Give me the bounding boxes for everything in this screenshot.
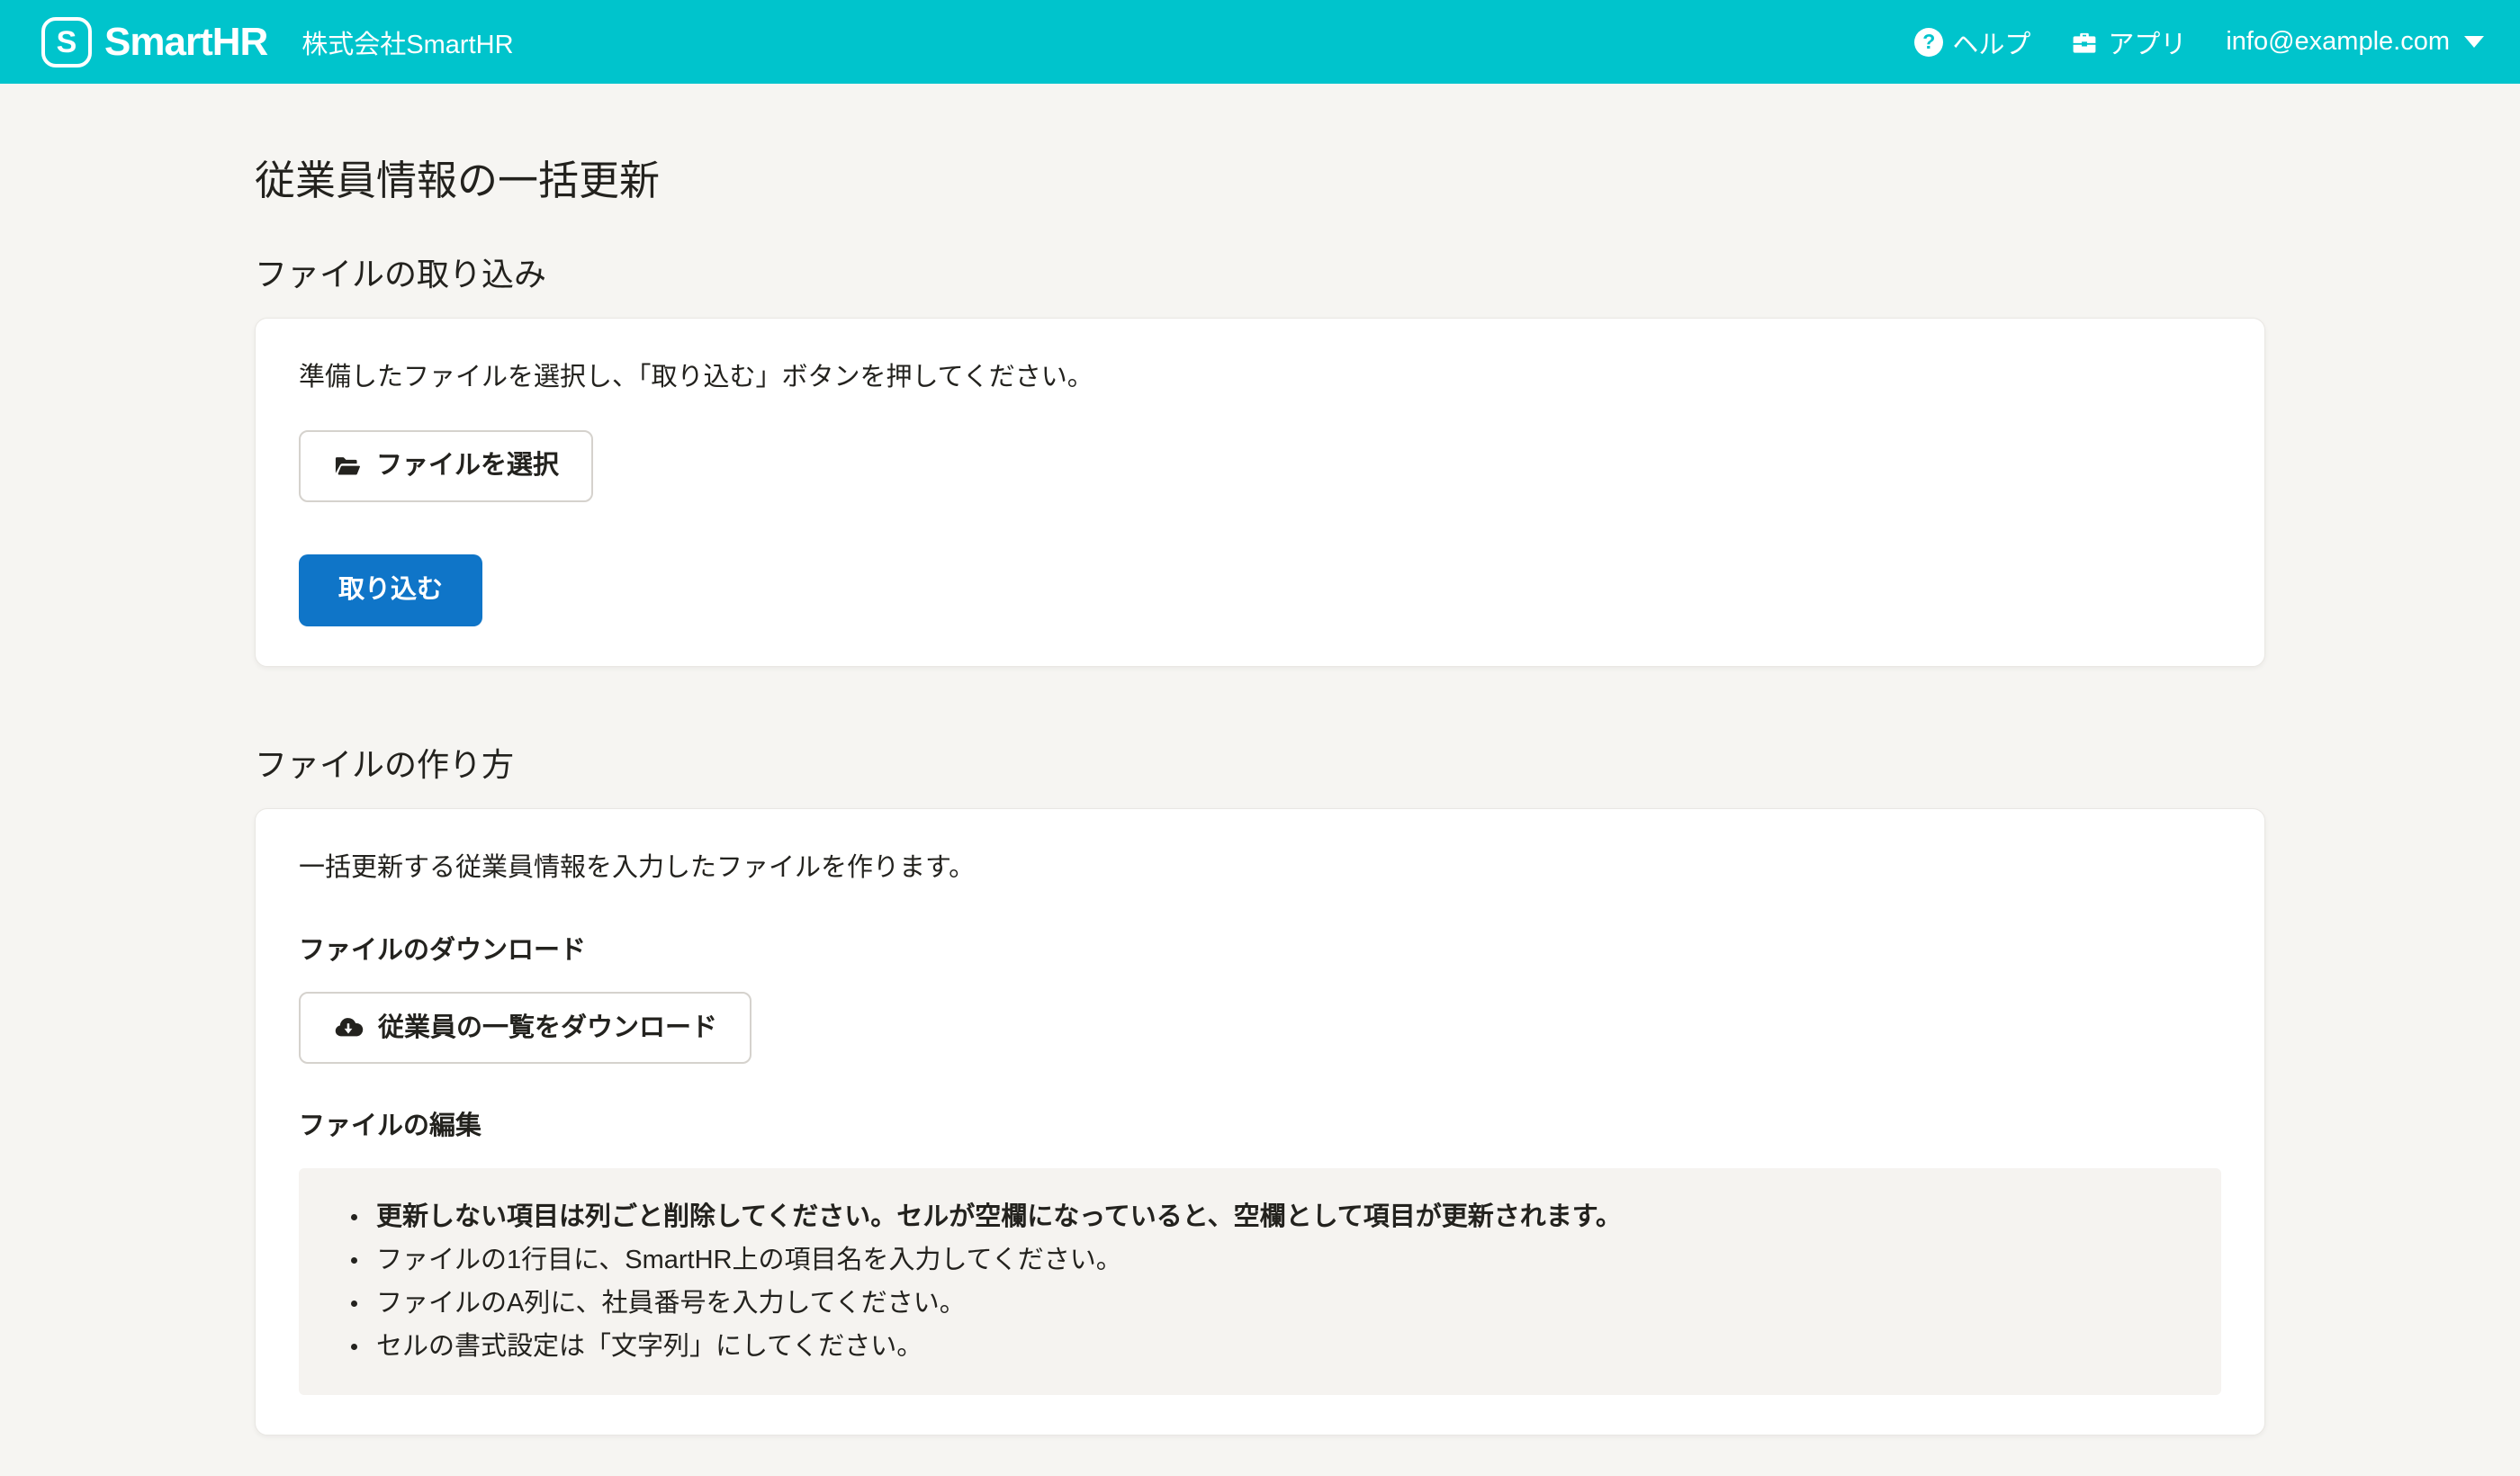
company-name: 株式会社SmartHR (302, 23, 513, 61)
import-section-heading: ファイルの取り込み (255, 252, 2265, 297)
app-header: S SmartHR 株式会社SmartHR ヘルプ アプリ info@examp… (0, 0, 2520, 84)
import-button[interactable]: 取り込む (299, 554, 482, 626)
file-select-label: ファイルを選択 (376, 453, 559, 479)
edit-note-item: 更新しない項目は列ごと削除してください。セルが空欄になっていると、空欄として項目… (338, 1195, 2182, 1238)
create-section-heading: ファイルの作り方 (255, 742, 2265, 788)
edit-note-text: ファイルの1行目に、SmartHR上の項目名を入力してください。 (376, 1246, 1122, 1274)
import-card: 準備したファイルを選択し、「取り込む」ボタンを押してください。 ファイルを選択 … (255, 318, 2265, 667)
briefcase-icon (2070, 28, 2099, 57)
cloud-download-icon (333, 1012, 364, 1043)
logo-monogram: S (57, 27, 77, 58)
edit-note-text: ファイルのA列に、社員番号を入力してください。 (376, 1289, 966, 1318)
apps-label: アプリ (2108, 23, 2186, 61)
chevron-down-icon (2464, 36, 2484, 48)
download-button[interactable]: 従業員の一覧をダウンロード (299, 992, 752, 1064)
edit-note-text: 更新しない項目は列ごと削除してください。セルが空欄になっていると、空欄として項目… (376, 1202, 1622, 1231)
help-link[interactable]: ヘルプ (1914, 23, 2030, 61)
help-icon (1914, 28, 1943, 57)
import-instruction: 準備したファイルを選択し、「取り込む」ボタンを押してください。 (299, 358, 2221, 398)
edit-note-item: ファイルの1行目に、SmartHR上の項目名を入力してください。 (338, 1238, 2182, 1282)
import-button-label: 取り込む (338, 577, 443, 603)
smarthr-logo[interactable]: S SmartHR (41, 17, 267, 68)
smarthr-monogram-icon: S (41, 17, 92, 68)
account-email: info@example.com (2226, 27, 2450, 57)
folder-open-icon (333, 452, 362, 481)
download-subheading: ファイルのダウンロード (299, 932, 2221, 971)
edit-subheading: ファイルの編集 (299, 1107, 2221, 1147)
main-content: 従業員情報の一括更新 ファイルの取り込み 準備したファイルを選択し、「取り込む」… (255, 84, 2265, 1436)
file-select-button[interactable]: ファイルを選択 (299, 430, 593, 502)
logo-wordmark: SmartHR (104, 20, 267, 65)
edit-note-text: セルの書式設定は「文字列」にしてください。 (376, 1332, 922, 1361)
download-button-label: 従業員の一覧をダウンロード (378, 1015, 717, 1041)
account-menu[interactable]: info@example.com (2226, 27, 2484, 57)
create-card: 一括更新する従業員情報を入力したファイルを作ります。 ファイルのダウンロード 従… (255, 808, 2265, 1436)
edit-notes-list: 更新しない項目は列ごと削除してください。セルが空欄になっていると、空欄として項目… (338, 1195, 2182, 1368)
apps-link[interactable]: アプリ (2070, 23, 2186, 61)
edit-notes-panel: 更新しない項目は列ごと削除してください。セルが空欄になっていると、空欄として項目… (299, 1168, 2221, 1395)
edit-note-item: セルの書式設定は「文字列」にしてください。 (338, 1325, 2182, 1368)
help-label: ヘルプ (1952, 23, 2030, 61)
edit-note-item: ファイルのA列に、社員番号を入力してください。 (338, 1282, 2182, 1325)
header-nav: ヘルプ アプリ info@example.com (1914, 23, 2484, 61)
create-description: 一括更新する従業員情報を入力したファイルを作ります。 (299, 849, 2221, 888)
page-title: 従業員情報の一括更新 (255, 152, 2265, 209)
